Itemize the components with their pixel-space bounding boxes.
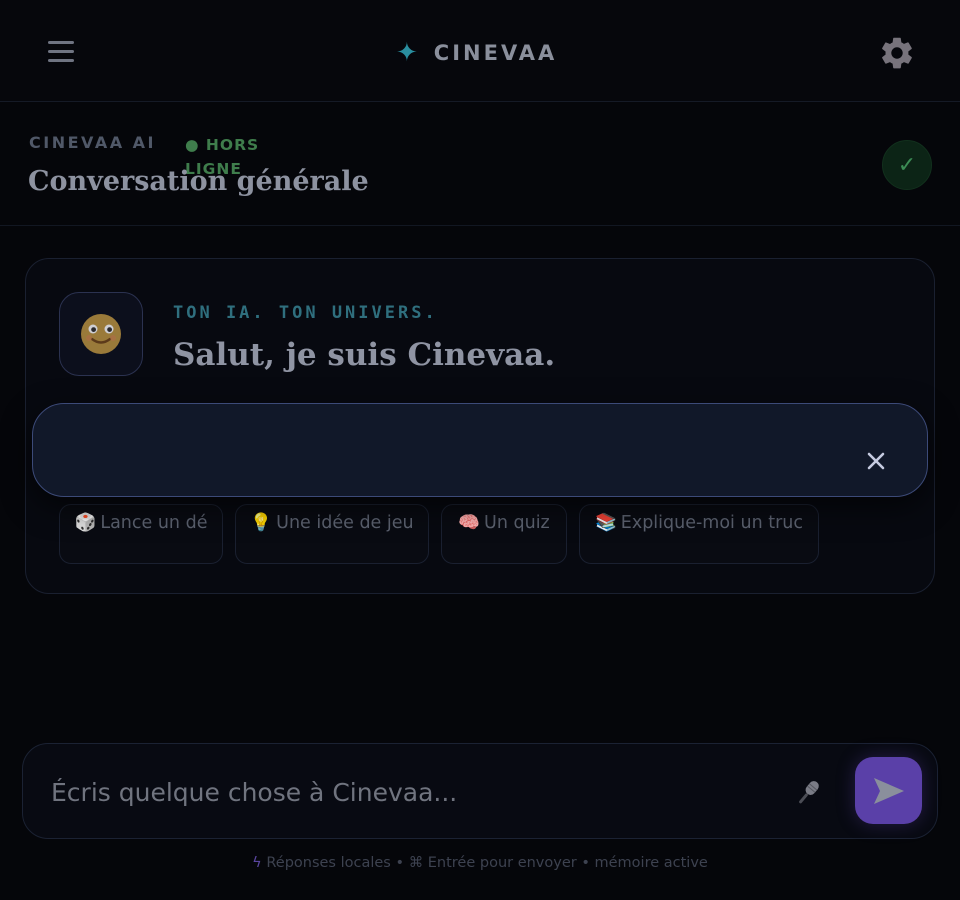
sparkle-icon: ✦ [396, 38, 418, 68]
lightbulb-icon: 💡 [250, 513, 273, 533]
lightning-icon: ϟ [252, 855, 262, 871]
gear-icon [882, 37, 912, 69]
send-button[interactable] [855, 757, 922, 824]
avatar [59, 292, 143, 376]
message-input[interactable] [49, 764, 769, 820]
suggestion-chip-explain[interactable]: 📚 Explique-moi un truc [579, 504, 819, 564]
footer-hint: ϟ Réponses locales • ⌘ Entrée pour envoy… [0, 855, 960, 871]
smiley-icon [81, 314, 121, 354]
suggestion-chip-game-idea[interactable]: 💡 Une idée de jeu [235, 504, 429, 564]
close-toast-button[interactable] [863, 448, 889, 474]
conversation-header: CINEVAA AI ● HORS LIGNE Conversation gén… [0, 103, 960, 226]
conversation-title: Conversation générale [28, 166, 369, 197]
brain-icon: 🧠 [458, 513, 481, 533]
message-composer [22, 743, 938, 839]
top-bar: ✦ CINEVAA [0, 0, 960, 102]
suggestion-chip-dice[interactable]: 🎲 Lance un dé [59, 504, 223, 564]
menu-button[interactable] [44, 36, 78, 68]
welcome-title: Salut, je suis Cinevaa. [173, 337, 556, 373]
settings-button[interactable] [878, 34, 916, 72]
chip-label: Un quiz [484, 513, 550, 533]
chip-label: Lance un dé [100, 513, 208, 533]
dice-icon: 🎲 [74, 513, 97, 533]
footer-hint-text: Réponses locales • ⌘ Entrée pour envoyer… [266, 855, 708, 871]
close-icon [867, 452, 885, 470]
chip-label: Explique-moi un truc [620, 513, 804, 533]
books-icon: 📚 [594, 513, 617, 533]
chip-label: Une idée de jeu [276, 513, 414, 533]
suggestion-chip-quiz[interactable]: 🧠 Un quiz [441, 504, 567, 564]
microphone-icon [799, 781, 819, 804]
brand-name: CINEVAA [433, 41, 558, 65]
send-icon [873, 777, 904, 804]
notification-toast [32, 403, 928, 497]
check-icon: ✓ [882, 140, 932, 190]
menu-icon [48, 41, 74, 44]
microphone-button[interactable] [791, 776, 825, 810]
brand: ✦ CINEVAA [396, 36, 557, 70]
assistant-label: CINEVAA AI [29, 133, 156, 152]
welcome-tagline: TON IA. TON UNIVERS. [173, 303, 438, 323]
